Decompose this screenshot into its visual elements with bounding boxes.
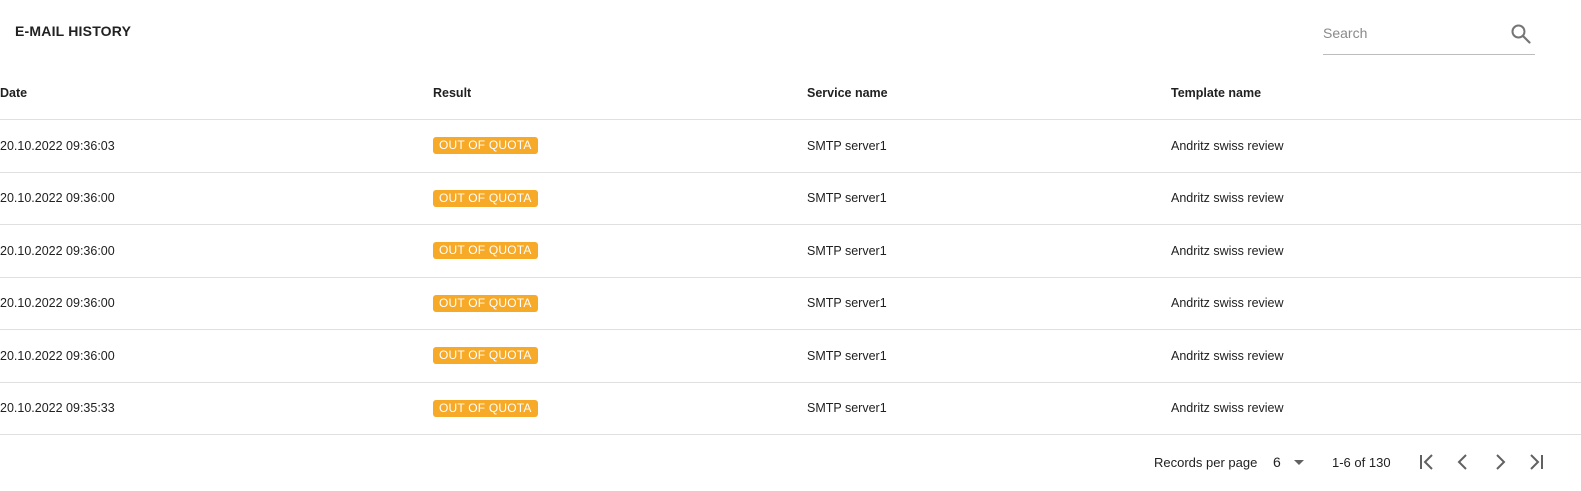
cell-template-name: Andritz swiss review xyxy=(1171,277,1581,330)
cell-result: OUT OF QUOTA xyxy=(433,172,807,225)
search-input[interactable] xyxy=(1323,21,1498,45)
email-history-table: Date Result Service name Template name 2… xyxy=(0,67,1581,435)
search-icon[interactable] xyxy=(1509,22,1533,46)
table-pagination: Records per page 6 1-6 of 130 xyxy=(0,436,1581,491)
table-row[interactable]: 20.10.2022 09:35:33 OUT OF QUOTA SMTP se… xyxy=(0,382,1581,435)
search-box xyxy=(1323,14,1535,55)
cell-date: 20.10.2022 09:36:00 xyxy=(0,224,433,278)
cell-template-name: Andritz swiss review xyxy=(1171,172,1581,225)
table-body: 20.10.2022 09:36:03 OUT OF QUOTA SMTP se… xyxy=(0,119,1581,435)
table-header-row: Date Result Service name Template name xyxy=(0,67,1581,120)
table-row[interactable]: 20.10.2022 09:36:03 OUT OF QUOTA SMTP se… xyxy=(0,119,1581,173)
cell-service-name: SMTP server1 xyxy=(807,224,1171,278)
records-per-page-label: Records per page xyxy=(1154,455,1258,470)
records-per-page-value: 6 xyxy=(1273,454,1281,470)
cell-result: OUT OF QUOTA xyxy=(433,224,807,278)
cell-result: OUT OF QUOTA xyxy=(433,329,807,383)
first-page-icon[interactable] xyxy=(1415,450,1439,474)
cell-result: OUT OF QUOTA xyxy=(433,119,807,173)
status-badge: OUT OF QUOTA xyxy=(433,242,538,260)
table-row[interactable]: 20.10.2022 09:36:00 OUT OF QUOTA SMTP se… xyxy=(0,329,1581,383)
table-header: Date Result Service name Template name xyxy=(0,67,1581,120)
status-badge: OUT OF QUOTA xyxy=(433,189,538,207)
caret-down-icon xyxy=(1294,460,1304,465)
cell-date: 20.10.2022 09:35:33 xyxy=(0,382,433,435)
last-page-icon[interactable] xyxy=(1524,450,1548,474)
status-badge: OUT OF QUOTA xyxy=(433,399,538,417)
cell-date: 20.10.2022 09:36:03 xyxy=(0,119,433,173)
column-header-template-name[interactable]: Template name xyxy=(1171,67,1581,120)
cell-date: 20.10.2022 09:36:00 xyxy=(0,329,433,383)
status-badge: OUT OF QUOTA xyxy=(433,294,538,312)
column-header-result[interactable]: Result xyxy=(433,67,807,120)
cell-template-name: Andritz swiss review xyxy=(1171,329,1581,383)
table-row[interactable]: 20.10.2022 09:36:00 OUT OF QUOTA SMTP se… xyxy=(0,172,1581,225)
cell-service-name: SMTP server1 xyxy=(807,277,1171,330)
chevron-left-icon[interactable] xyxy=(1451,450,1475,474)
cell-template-name: Andritz swiss review xyxy=(1171,224,1581,278)
cell-service-name: SMTP server1 xyxy=(807,172,1171,225)
pagination-range: 1-6 of 130 xyxy=(1332,455,1391,470)
table-row[interactable]: 20.10.2022 09:36:00 OUT OF QUOTA SMTP se… xyxy=(0,224,1581,278)
page-header: E-MAIL HISTORY xyxy=(0,0,1581,66)
column-header-date[interactable]: Date xyxy=(0,67,433,120)
cell-service-name: SMTP server1 xyxy=(807,382,1171,435)
status-badge: OUT OF QUOTA xyxy=(433,347,538,365)
page-title: E-MAIL HISTORY xyxy=(15,23,132,39)
records-per-page-select[interactable]: 6 xyxy=(1268,450,1312,474)
cell-service-name: SMTP server1 xyxy=(807,329,1171,383)
cell-template-name: Andritz swiss review xyxy=(1171,119,1581,173)
cell-date: 20.10.2022 09:36:00 xyxy=(0,277,433,330)
cell-date: 20.10.2022 09:36:00 xyxy=(0,172,433,225)
cell-template-name: Andritz swiss review xyxy=(1171,382,1581,435)
cell-result: OUT OF QUOTA xyxy=(433,382,807,435)
table-row[interactable]: 20.10.2022 09:36:00 OUT OF QUOTA SMTP se… xyxy=(0,277,1581,330)
status-badge: OUT OF QUOTA xyxy=(433,137,538,155)
cell-service-name: SMTP server1 xyxy=(807,119,1171,173)
column-header-service-name[interactable]: Service name xyxy=(807,67,1171,120)
chevron-right-icon[interactable] xyxy=(1488,450,1512,474)
cell-result: OUT OF QUOTA xyxy=(433,277,807,330)
